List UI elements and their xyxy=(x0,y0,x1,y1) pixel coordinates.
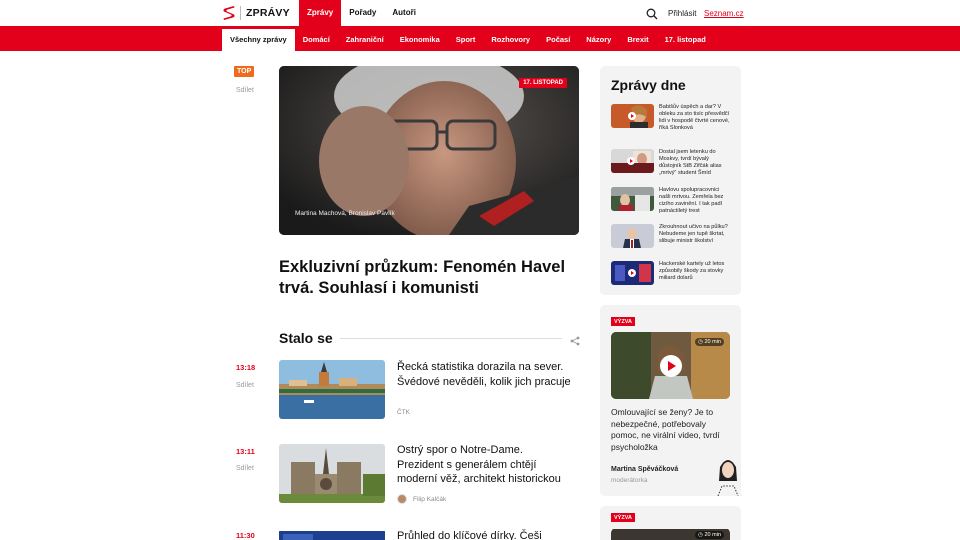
news-source: Filip Kalčák xyxy=(397,494,446,504)
subnav-domaci[interactable]: Domácí xyxy=(295,29,338,51)
author-role: moderátorka xyxy=(611,477,648,484)
zpravy-dne-item[interactable]: Babišův úspěch a dar? V obleku za sto ti… xyxy=(611,104,731,134)
login-link[interactable]: Přihlásit xyxy=(668,9,696,18)
zpravy-dne-thumbnail xyxy=(611,224,654,248)
vyzva-card: VÝZVA ◷ 20 min Omlouvající se ženy? Je t… xyxy=(600,305,744,497)
subnav-ekonomika[interactable]: Ekonomika xyxy=(392,29,448,51)
category-nav: Všechny zprávy Domácí Zahraniční Ekonomi… xyxy=(0,26,960,51)
news-thumbnail[interactable] xyxy=(279,529,385,540)
subnav-nazory[interactable]: Názory xyxy=(578,29,619,51)
top-header: ZPRÁVY Zprávy Pořady Autoři Přihlásit Se… xyxy=(0,0,960,26)
video-duration: ◷ 20 min xyxy=(695,531,724,539)
zpravy-dne-thumbnail xyxy=(611,149,654,173)
zpravy-dne-thumbnail xyxy=(611,104,654,128)
top-badge: TOP xyxy=(234,66,255,77)
nav-porady[interactable]: Pořady xyxy=(341,0,384,26)
site-logo[interactable]: ZPRÁVY xyxy=(222,5,290,21)
video-duration: ◷ 20 min xyxy=(695,338,724,346)
author-name[interactable]: Martina Spěváčková xyxy=(611,466,678,473)
author-avatar xyxy=(397,494,407,504)
zpravy-dne-thumbnail xyxy=(611,261,654,285)
zpravy-dne-item[interactable]: Dostal jsem letenku do Moskvy, tvrdí býv… xyxy=(611,149,731,179)
seznam-s-logo-icon xyxy=(222,5,236,21)
zpravy-dne-text: Havlovu spolupracovnici našli mrtvou. Ze… xyxy=(659,187,724,214)
zpravy-dne-item[interactable]: Hackerské kartely už letos způsobily ško… xyxy=(611,261,731,291)
zpravy-dne-text: Dostal jsem letenku do Moskvy, tvrdí býv… xyxy=(659,149,722,176)
share-link[interactable]: Sdílet xyxy=(236,382,254,389)
share-icon[interactable] xyxy=(570,333,580,346)
share-link[interactable]: Sdílet xyxy=(236,465,254,472)
section-title: Stalo se xyxy=(279,330,333,346)
news-title[interactable]: Ostrý spor o Notre-Dame. Prezident s gen… xyxy=(397,443,572,487)
news-thumbnail[interactable] xyxy=(279,360,385,419)
nav-zpravy[interactable]: Zprávy xyxy=(299,0,342,26)
news-source-text: ČTK xyxy=(397,409,410,416)
subnav-brexit[interactable]: Brexit xyxy=(619,29,656,51)
zpravy-dne-thumbnail xyxy=(611,187,654,211)
vyzva-badge: VÝZVA xyxy=(611,513,635,522)
zpravy-dne-title: Zprávy dne xyxy=(611,77,686,93)
video-thumbnail[interactable]: ◷ 20 min xyxy=(611,332,730,399)
news-time: 11:30 xyxy=(236,531,255,540)
news-thumbnail[interactable] xyxy=(279,444,385,503)
subnav-rozhovory[interactable]: Rozhovory xyxy=(483,29,538,51)
section-divider xyxy=(340,338,562,339)
news-time: 13:18 xyxy=(236,363,256,372)
search-icon[interactable] xyxy=(646,7,658,20)
nav-autori[interactable]: Autoři xyxy=(384,0,424,26)
vyzva-card: VÝZVA ◷ 20 min xyxy=(600,506,741,540)
zpravy-dne-item[interactable]: Zkrouhnout učivo na půlku? Nebudeme jen … xyxy=(611,224,731,254)
zpravy-dne-text: Hackerské kartely už letos způsobily ško… xyxy=(659,261,725,281)
logo-text: ZPRÁVY xyxy=(246,7,290,19)
author-portrait xyxy=(712,455,744,497)
zpravy-dne-item[interactable]: Havlovu spolupracovnici našli mrtvou. Ze… xyxy=(611,187,731,217)
main-nav: Zprávy Pořady Autoři xyxy=(299,0,424,26)
subnav-zahranicni[interactable]: Zahraniční xyxy=(338,29,392,51)
zpravy-dne-text: Zkrouhnout učivo na půlku? Nebudeme jen … xyxy=(659,224,728,244)
hero-caption: Martina Machová, Bronislav Pavlík xyxy=(295,210,395,217)
vyzva-text[interactable]: Omlouvající se ženy? Je to nebezpečné, p… xyxy=(611,407,731,453)
subnav-vsechny-zpravy[interactable]: Všechny zprávy xyxy=(222,29,295,51)
hero-image[interactable]: 17. LISTOPAD Martina Machová, Bronislav … xyxy=(279,66,579,235)
hero-category-badge: 17. LISTOPAD xyxy=(519,78,567,88)
zpravy-dne-text: Babišův úspěch a dar? V obleku za sto ti… xyxy=(659,104,730,131)
vyzva-badge: VÝZVA xyxy=(611,317,635,326)
subnav-pocasi[interactable]: Počasí xyxy=(538,29,578,51)
hero-title[interactable]: Exkluzivní průzkum: Fenomén Havel trvá. … xyxy=(279,257,579,299)
news-source-text: Filip Kalčák xyxy=(413,495,447,503)
subnav-sport[interactable]: Sport xyxy=(448,29,484,51)
news-source: ČTK xyxy=(397,409,410,416)
video-duration-text: 20 min xyxy=(704,339,721,345)
video-thumbnail[interactable]: ◷ 20 min xyxy=(611,528,730,540)
news-time: 13:11 xyxy=(236,447,255,456)
share-link[interactable]: Sdílet xyxy=(236,87,254,94)
zpravy-dne-card: Zprávy dne Babišův úspěch a dar? V oblek… xyxy=(600,66,741,295)
news-title[interactable]: Průhled do klíčové dírky. Češi vyrobili xyxy=(397,529,572,540)
seznam-link[interactable]: Seznam.cz xyxy=(704,9,744,18)
play-icon[interactable] xyxy=(659,354,682,377)
subnav-17-listopad[interactable]: 17. listopad xyxy=(657,29,714,51)
video-duration-text: 20 min xyxy=(704,532,721,538)
news-title[interactable]: Řecká statistika dorazila na sever. Švéd… xyxy=(397,360,572,389)
logo-divider xyxy=(240,6,241,20)
